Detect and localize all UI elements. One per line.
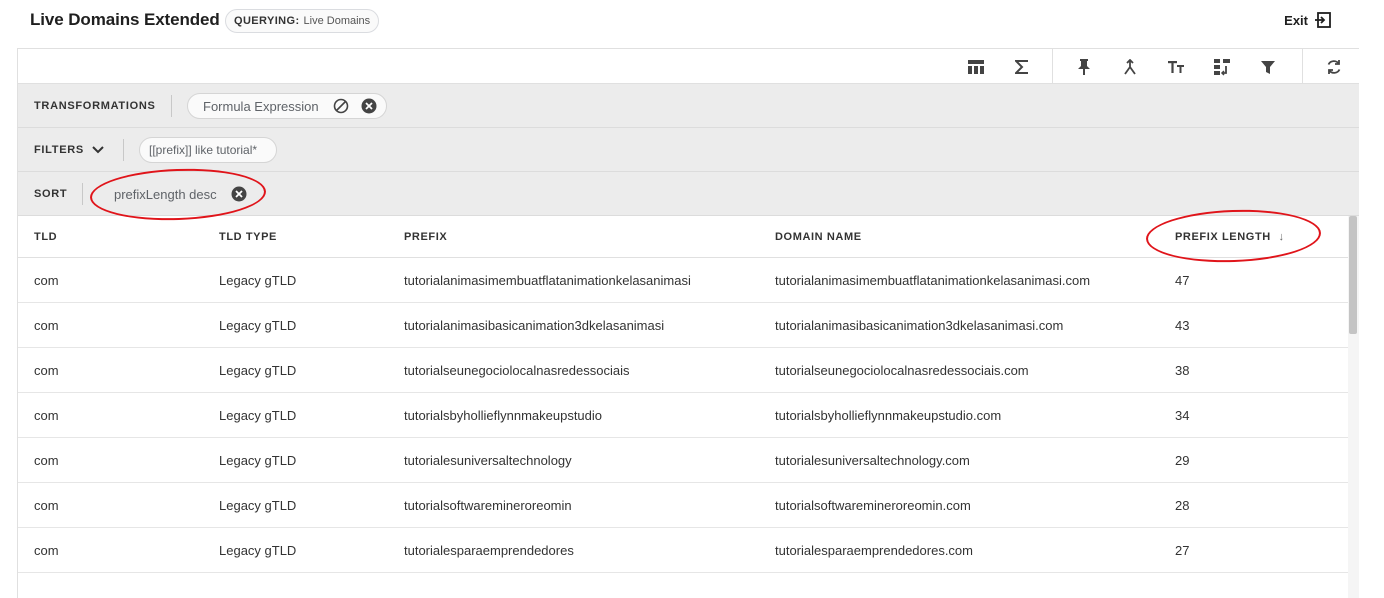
transformation-chip-label: Formula Expression xyxy=(203,98,319,114)
cell-domain-name: tutorialseunegociolocalnasredessociais.c… xyxy=(775,363,1029,378)
page-header: Live Domains Extended QUERYING: Live Dom… xyxy=(0,0,1384,44)
cell-domain-name: tutorialsbyhollieflynnmakeupstudio.com xyxy=(775,408,1002,423)
column-header-tld[interactable]: TLD xyxy=(34,231,57,243)
cell-tld: com xyxy=(34,408,59,423)
text-format-icon[interactable] xyxy=(1166,57,1186,77)
cell-prefix-length: 29 xyxy=(1175,453,1190,468)
cell-tld-type: Legacy gTLD xyxy=(219,543,297,558)
filter-chip[interactable]: [[prefix]] like tutorial* xyxy=(139,137,277,163)
filter-chip-label: [[prefix]] like tutorial* xyxy=(149,143,258,157)
cell-tld-type: Legacy gTLD xyxy=(219,408,297,423)
cell-prefix: tutorialseunegociolocalnasredessociais xyxy=(404,363,630,378)
filters-band: FILTERS [[prefix]] like tutorial* xyxy=(18,128,1359,172)
cell-prefix-length: 28 xyxy=(1175,498,1190,513)
cell-tld-type: Legacy gTLD xyxy=(219,498,297,513)
table-row[interactable]: com Legacy gTLD tutorialseunegociolocaln… xyxy=(18,348,1348,393)
cell-prefix-length: 43 xyxy=(1175,318,1190,333)
exit-label: Exit xyxy=(1284,12,1308,28)
cell-tld: com xyxy=(34,273,59,288)
filters-toggle[interactable]: FILTERS xyxy=(34,144,104,156)
querying-badge: QUERYING: Live Domains xyxy=(225,9,380,33)
table-columns-icon[interactable] xyxy=(966,57,986,77)
cell-prefix: tutorialesuniversaltechnology xyxy=(404,453,572,468)
cell-tld-type: Legacy gTLD xyxy=(219,363,297,378)
cell-domain-name: tutorialesparaemprendedores.com xyxy=(775,543,973,558)
transformation-chip[interactable]: Formula Expression xyxy=(187,93,387,119)
cell-prefix: tutorialesparaemprendedores xyxy=(404,543,574,558)
cell-tld: com xyxy=(34,453,59,468)
sort-label: SORT xyxy=(34,188,68,200)
cell-prefix: tutorialsoftwaremineroreomin xyxy=(404,498,572,513)
table-row[interactable]: com Legacy gTLD tutorialanimasimembuatfl… xyxy=(18,258,1348,303)
cell-prefix: tutorialanimasibasicanimation3dkelasanim… xyxy=(404,318,665,333)
table-row-partial xyxy=(18,573,1348,598)
transformations-band: TRANSFORMATIONS Formula Expression xyxy=(18,84,1359,128)
cell-prefix: tutorialsbyhollieflynnmakeupstudio xyxy=(404,408,603,423)
exit-icon xyxy=(1315,12,1331,28)
page-title: Live Domains Extended xyxy=(30,10,220,29)
cell-tld-type: Legacy gTLD xyxy=(219,453,297,468)
cell-prefix: tutorialanimasimembuatflatanimationkelas… xyxy=(404,273,691,288)
table-row[interactable]: com Legacy gTLD tutorialesparaemprendedo… xyxy=(18,528,1348,573)
table-row[interactable]: com Legacy gTLD tutorialesuniversaltechn… xyxy=(18,438,1348,483)
results-panel: TRANSFORMATIONS Formula Expression FILTE… xyxy=(17,48,1359,598)
table-row[interactable]: com Legacy gTLD tutorialsoftwareminerore… xyxy=(18,483,1348,528)
cell-tld: com xyxy=(34,363,59,378)
cell-prefix-length: 34 xyxy=(1175,408,1190,423)
column-header-prefix[interactable]: PREFIX xyxy=(404,231,447,243)
filter-icon[interactable] xyxy=(1258,57,1278,77)
cell-tld-type: Legacy gTLD xyxy=(219,273,297,288)
cell-tld: com xyxy=(34,543,59,558)
merge-icon[interactable] xyxy=(1120,57,1140,77)
cell-tld-type: Legacy gTLD xyxy=(219,318,297,333)
filters-label: FILTERS xyxy=(34,144,84,156)
cell-prefix-length: 27 xyxy=(1175,543,1190,558)
pin-icon[interactable] xyxy=(1074,57,1094,77)
querying-label: QUERYING: xyxy=(234,15,300,27)
column-header-tld-type[interactable]: TLD TYPE xyxy=(219,231,277,243)
cell-domain-name: tutorialanimasimembuatflatanimationkelas… xyxy=(775,273,1091,288)
band-divider xyxy=(82,183,83,205)
cell-domain-name: tutorialanimasibasicanimation3dkelasanim… xyxy=(775,318,1064,333)
sigma-icon[interactable] xyxy=(1012,57,1032,77)
cell-domain-name: tutorialesuniversaltechnology.com xyxy=(775,453,970,468)
querying-value: Live Domains xyxy=(303,15,371,27)
transformations-label: TRANSFORMATIONS xyxy=(34,100,156,112)
toolbar-divider xyxy=(1302,49,1303,84)
table-row[interactable]: com Legacy gTLD tutorialanimasibasicanim… xyxy=(18,303,1348,348)
table-scrollbar[interactable] xyxy=(1348,216,1359,598)
cell-tld: com xyxy=(34,318,59,333)
column-header-domain-name[interactable]: DOMAIN NAME xyxy=(775,231,862,243)
scrollbar-thumb[interactable] xyxy=(1349,216,1357,334)
refresh-icon[interactable] xyxy=(1324,57,1344,77)
toolbar xyxy=(18,48,1359,84)
remove-icon[interactable] xyxy=(361,98,377,114)
chevron-down-icon xyxy=(92,146,104,154)
disable-icon[interactable] xyxy=(333,98,349,114)
cell-prefix-length: 38 xyxy=(1175,363,1190,378)
cell-prefix-length: 47 xyxy=(1175,273,1190,288)
cell-tld: com xyxy=(34,498,59,513)
cell-domain-name: tutorialsoftwaremineroreomin.com xyxy=(775,498,971,513)
band-divider xyxy=(171,95,172,117)
swap-icon[interactable] xyxy=(1212,57,1232,77)
table-row[interactable]: com Legacy gTLD tutorialsbyhollieflynnma… xyxy=(18,393,1348,438)
toolbar-divider xyxy=(1052,49,1053,84)
exit-button[interactable]: Exit xyxy=(1284,11,1332,29)
band-divider xyxy=(123,139,124,161)
